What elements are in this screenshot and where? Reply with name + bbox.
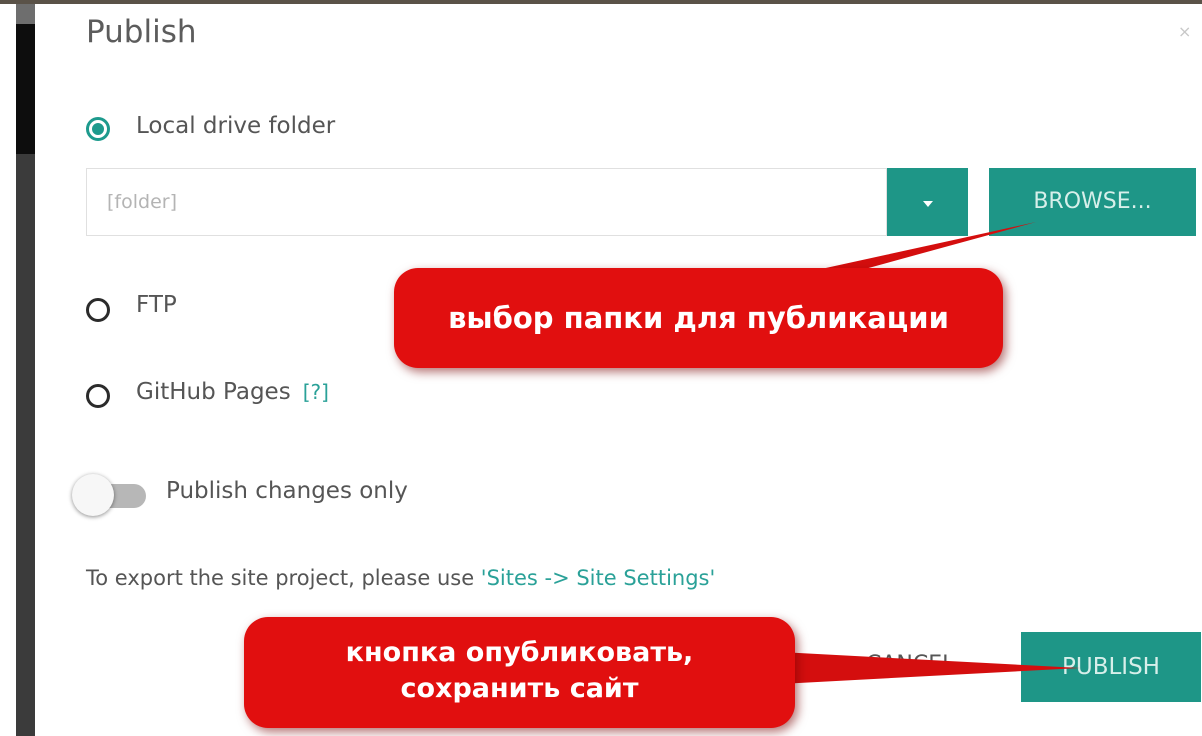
folder-path-input[interactable] — [86, 168, 887, 236]
radio-local-drive[interactable] — [86, 117, 110, 141]
browse-button[interactable]: BROWSE... — [989, 168, 1196, 236]
cancel-button[interactable]: CANCEL — [866, 652, 954, 677]
site-settings-link[interactable]: 'Sites -> Site Settings' — [481, 566, 715, 590]
callout-publish-line2: сохранить сайт — [400, 673, 639, 704]
publish-button[interactable]: PUBLISH — [1021, 632, 1201, 702]
radio-github-pages[interactable] — [86, 384, 110, 408]
export-note: To export the site project, please use '… — [86, 566, 715, 590]
scrollbar-cap — [16, 4, 35, 24]
radio-local-drive-label[interactable]: Local drive folder — [136, 113, 335, 139]
dialog-title: Publish — [86, 14, 197, 50]
toggle-knob[interactable] — [72, 474, 114, 516]
publish-changes-label: Publish changes only — [166, 478, 408, 504]
publish-changes-toggle[interactable] — [72, 474, 152, 518]
github-help-link[interactable]: [?] — [303, 380, 329, 404]
radio-github-pages-label[interactable]: GitHub Pages [?] — [136, 379, 329, 405]
github-pages-text: GitHub Pages — [136, 379, 291, 405]
left-scrollbar[interactable] — [16, 4, 35, 736]
callout-folder-choice: выбор папки для публикации — [394, 268, 1003, 368]
caret-down-icon — [923, 201, 933, 207]
callout-publish-line1: кнопка опубликовать, — [345, 637, 694, 668]
close-icon[interactable]: × — [1178, 22, 1191, 41]
callout-publish: кнопка опубликовать, сохранить сайт — [244, 617, 795, 728]
export-note-text: To export the site project, please use — [86, 566, 481, 590]
radio-ftp-label[interactable]: FTP — [136, 292, 177, 318]
publish-dialog: Publish × Local drive folder BROWSE... F… — [0, 0, 1202, 736]
radio-ftp[interactable] — [86, 298, 110, 322]
top-border — [0, 0, 1202, 4]
folder-dropdown-button[interactable] — [887, 168, 968, 236]
scrollbar-thumb[interactable] — [16, 4, 35, 154]
